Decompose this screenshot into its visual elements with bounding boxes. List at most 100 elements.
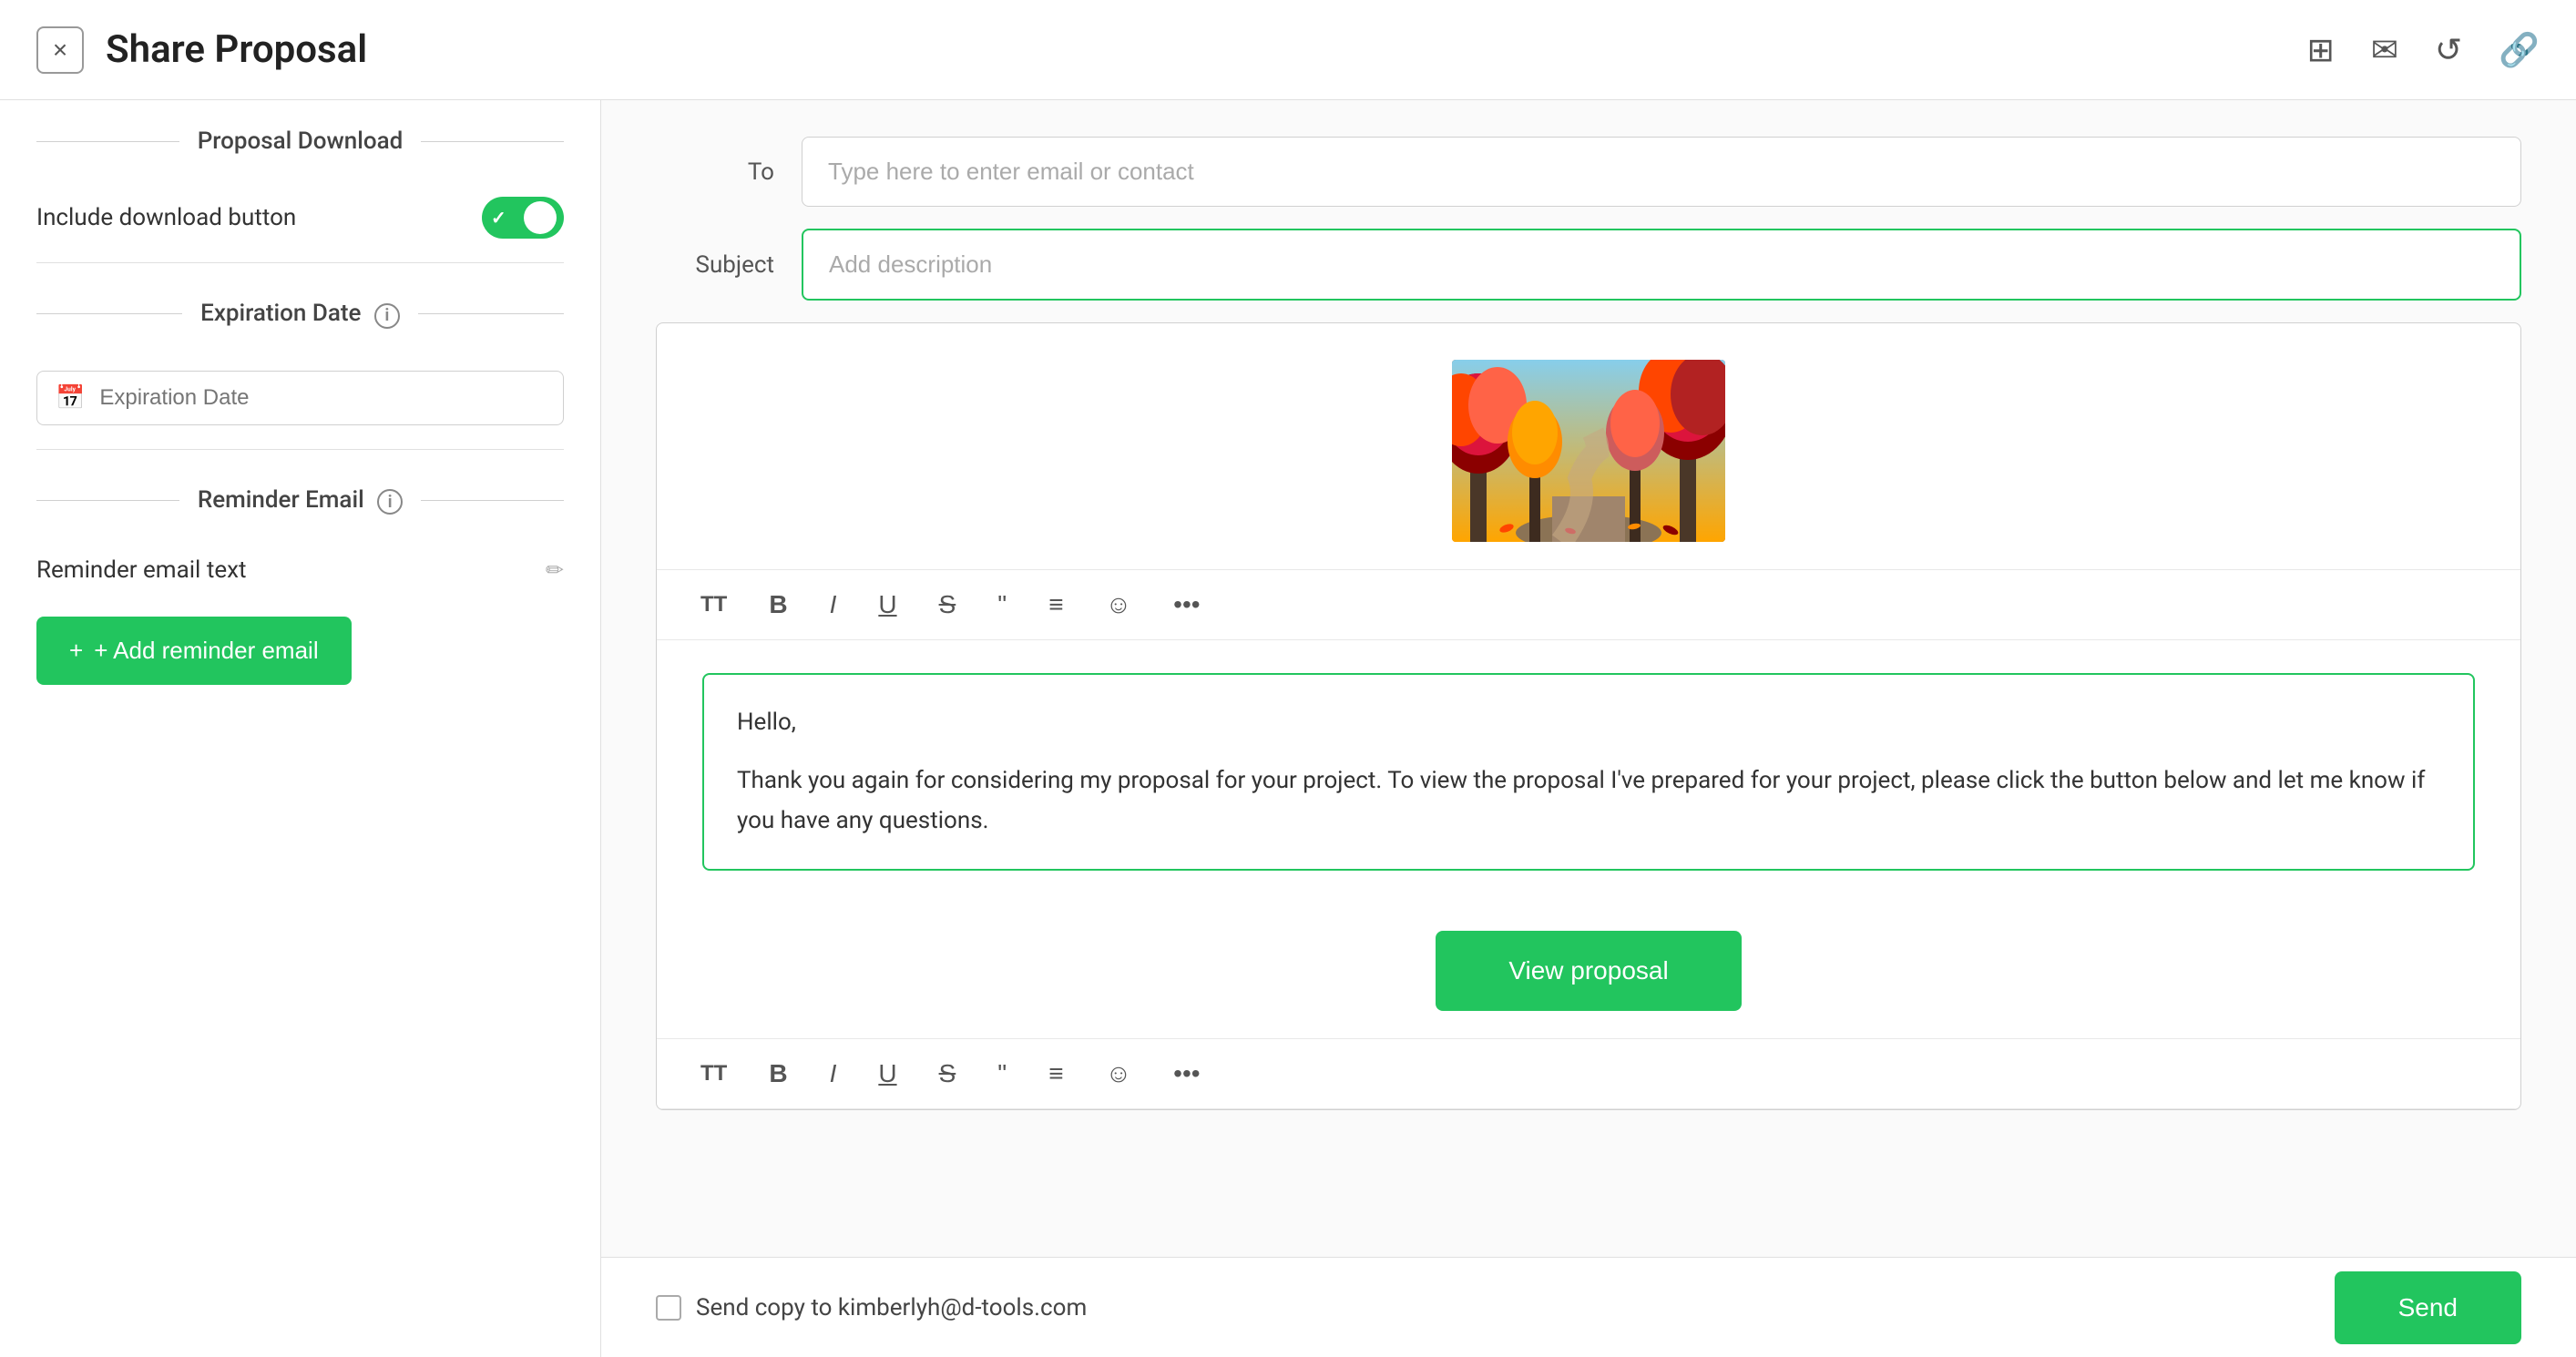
email-greeting: Hello, [737,702,2440,742]
bottom-emoji-icon: ☺ [1106,1059,1132,1088]
exp-divider-right [418,313,564,314]
bottom-strikethrough-icon: S [939,1059,956,1088]
italic-icon: I [830,590,837,619]
calendar-icon: 📅 [56,384,85,412]
include-download-row: Include download button ✓ [0,182,600,253]
underline-icon: U [878,590,896,619]
expiration-info-icon[interactable]: i [374,303,400,329]
subject-label: Subject [656,251,774,279]
undo-icon-button[interactable]: ↺ [2435,31,2462,69]
quote-icon: " [997,590,1007,619]
toolbar-more-button[interactable]: ••• [1166,585,1207,625]
reminder-info-icon[interactable]: i [377,489,403,515]
sidebar: Proposal Download Include download butto… [0,100,601,1357]
bottom-toolbar-bold-button[interactable]: B [762,1054,794,1094]
section-divider-1 [36,262,564,263]
email-icon-button[interactable]: ✉ [2371,31,2398,69]
proposal-image-area [657,323,2520,569]
bottom-bold-icon: B [769,1059,787,1088]
section-divider-2 [36,449,564,450]
bottom-underline-icon: U [878,1059,896,1088]
bottom-toolbar-text-size-button[interactable]: TT [693,1056,734,1092]
header: × Share Proposal ⊞ ✉ ↺ 🔗 [0,0,2576,100]
header-left: × Share Proposal [36,26,367,74]
edit-icon[interactable]: ✏ [546,557,564,583]
expiration-date-section-header: Expiration Date i [0,272,600,356]
bottom-quote-icon: " [997,1059,1007,1088]
bottom-align-icon: ≡ [1048,1059,1063,1088]
toggle-slider [482,197,564,239]
text-size-icon: TT [700,592,727,617]
bottom-toolbar-emoji-button[interactable]: ☺ [1099,1054,1140,1094]
rem-divider-right [421,500,564,501]
send-copy-text: Send copy to kimberlyh@d-tools.com [696,1294,1087,1321]
align-icon: ≡ [1048,590,1063,619]
reminder-email-text-label: Reminder email text [36,556,247,584]
toolbar-strikethrough-button[interactable]: S [932,585,964,625]
to-input[interactable] [802,137,2521,207]
view-proposal-area: View proposal [657,903,2520,1038]
proposal-download-section-header: Proposal Download [0,100,600,182]
expiration-input-wrapper: 📅 [36,371,564,425]
more-icon: ••• [1173,590,1200,619]
email-text-box[interactable]: Hello, Thank you again for considering m… [702,673,2475,871]
send-copy-checkbox[interactable] [656,1295,681,1321]
toolbar-italic-button[interactable]: I [823,585,844,625]
subject-field-row: Subject [656,229,2521,301]
bottom-toolbar-more-button[interactable]: ••• [1166,1054,1207,1094]
bottom-toolbar-align-button[interactable]: ≡ [1041,1054,1070,1094]
bottom-more-icon: ••• [1173,1059,1200,1088]
include-download-toggle[interactable]: ✓ [482,197,564,239]
send-button[interactable]: Send [2335,1271,2521,1344]
toolbar-text-size-button[interactable]: TT [693,587,734,623]
bottom-toolbar-strikethrough-button[interactable]: S [932,1054,964,1094]
top-toolbar: TT B I U S " [657,569,2520,640]
bold-icon: B [769,590,787,619]
email-text-area: Hello, Thank you again for considering m… [657,640,2520,903]
toolbar-quote-button[interactable]: " [990,585,1014,625]
to-field-row: To [656,137,2521,207]
bottom-toolbar-underline-button[interactable]: U [871,1054,904,1094]
layout-icon: ⊞ [2307,31,2335,69]
emoji-icon: ☺ [1106,590,1132,619]
proposal-image [1452,360,1725,542]
dialog-title: Share Proposal [106,27,367,72]
bottom-toolbar: TT B I U S " [657,1038,2520,1109]
toolbar-emoji-button[interactable]: ☺ [1099,585,1140,625]
to-label: To [656,158,774,186]
toolbar-underline-button[interactable]: U [871,585,904,625]
undo-icon: ↺ [2435,31,2462,69]
close-button[interactable]: × [36,26,84,74]
bottom-text-size-icon: TT [700,1061,727,1087]
add-reminder-label: + Add reminder email [94,637,318,665]
exp-divider-left [36,313,182,314]
subject-input[interactable] [802,229,2521,301]
email-body-container: TT B I U S " [656,322,2521,1110]
bottom-italic-icon: I [830,1059,837,1088]
footer-left: Send copy to kimberlyh@d-tools.com [656,1294,1087,1321]
expiration-date-label: Expiration Date i [182,300,418,329]
add-reminder-icon: + [69,637,83,665]
expiration-date-row: 📅 [0,356,600,440]
reminder-email-label: Reminder Email i [179,486,421,515]
link-icon-button[interactable]: 🔗 [2499,31,2540,69]
rem-divider-left [36,500,179,501]
add-reminder-button[interactable]: + + Add reminder email [36,617,352,685]
email-form: To Subject [601,100,2576,1257]
expiration-date-input[interactable] [99,385,545,411]
view-proposal-button[interactable]: View proposal [1436,931,1741,1011]
header-icons: ⊞ ✉ ↺ 🔗 [2307,31,2540,69]
proposal-download-label: Proposal Download [179,128,422,155]
layout-icon-button[interactable]: ⊞ [2307,31,2335,69]
bottom-toolbar-quote-button[interactable]: " [990,1054,1014,1094]
strikethrough-icon: S [939,590,956,619]
email-body-text: Thank you again for considering my propo… [737,760,2440,841]
email-icon: ✉ [2371,31,2398,69]
bottom-toolbar-italic-button[interactable]: I [823,1054,844,1094]
reminder-email-text-row: Reminder email text ✏ [0,542,600,598]
divider-right [421,141,564,142]
right-panel: To Subject [601,100,2576,1357]
footer: Send copy to kimberlyh@d-tools.com Send [601,1257,2576,1357]
toolbar-bold-button[interactable]: B [762,585,794,625]
toolbar-align-button[interactable]: ≡ [1041,585,1070,625]
